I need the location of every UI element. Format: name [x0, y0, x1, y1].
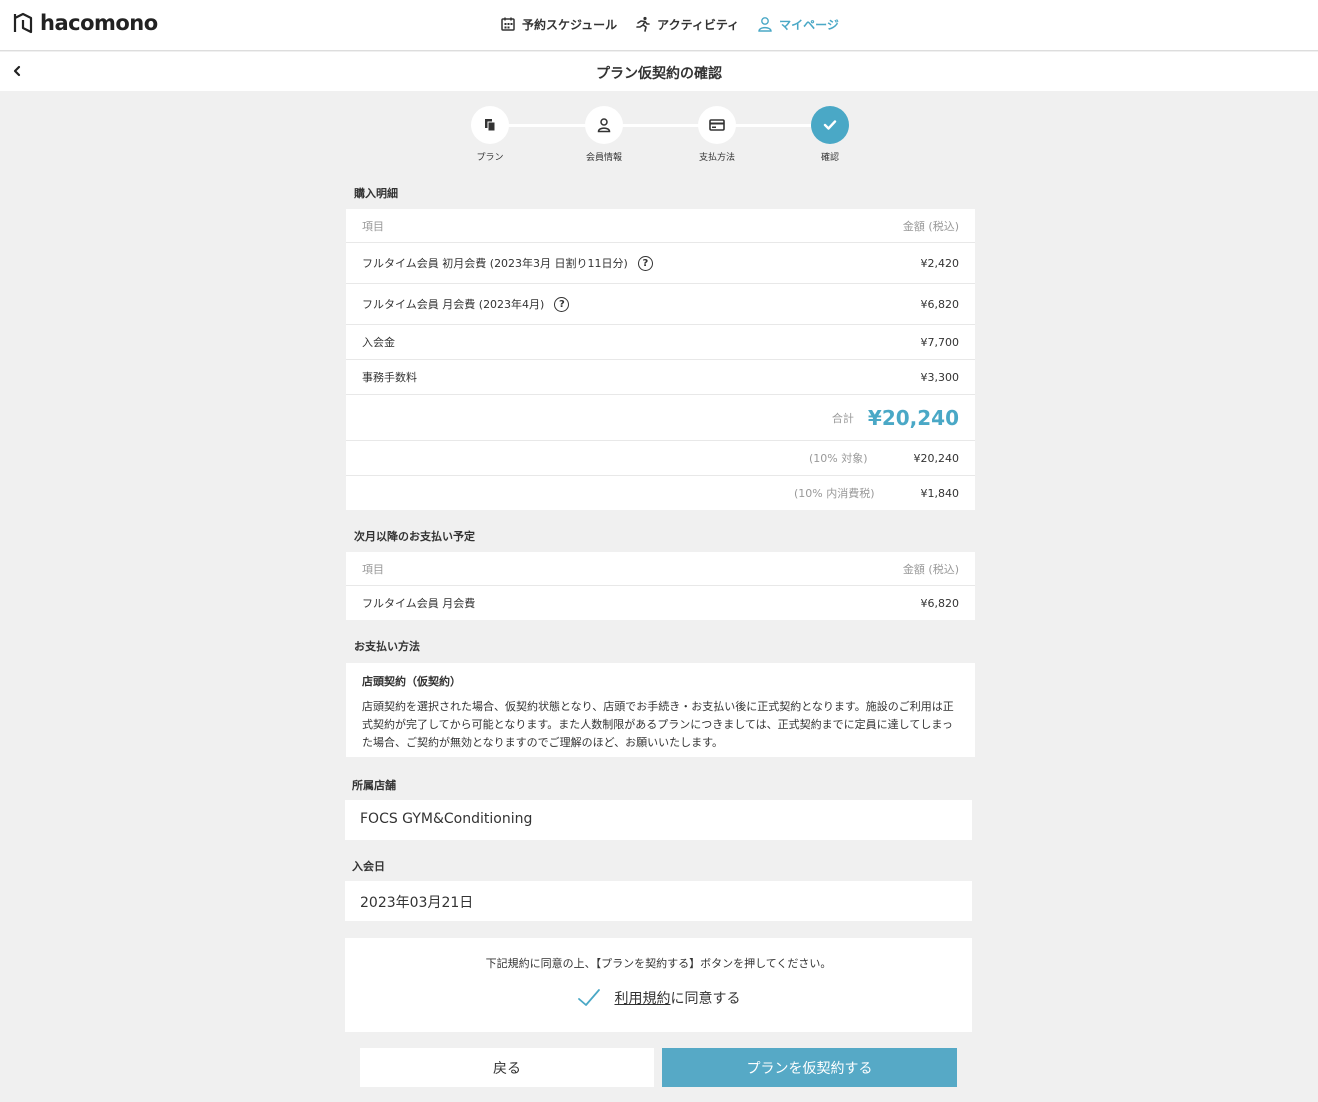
item-label: フルタイム会員 初月会費 (2023年3月 日割り11日分)	[362, 257, 628, 270]
logo-mark-icon	[13, 12, 33, 34]
page-title: プラン仮契約の確認	[596, 66, 722, 82]
item-label: フルタイム会員 月会費	[362, 597, 476, 610]
document-icon	[485, 119, 496, 132]
payment-method-section-title: お支払い方法	[354, 640, 420, 653]
page-header: プラン仮契約の確認	[0, 52, 1318, 91]
step-plan: プラン	[460, 106, 520, 163]
back-button[interactable]: 戻る	[360, 1048, 654, 1087]
item-label: 事務手数料	[362, 371, 417, 384]
step-confirm: 確認	[800, 106, 860, 163]
tax-row: (10% 対象) ¥20,240	[346, 441, 975, 476]
nav-item-label: 予約スケジュール	[522, 17, 618, 32]
step-member-info: 会員情報	[574, 106, 634, 163]
tax-amount: ¥20,240	[913, 451, 960, 465]
card-icon	[709, 119, 725, 131]
user-icon	[758, 17, 772, 32]
nav-item-mypage[interactable]: マイページ	[757, 14, 839, 34]
purchase-section-title: 購入明細	[354, 187, 398, 200]
header-amount: 金額 (税込)	[902, 219, 959, 233]
item-amount: ¥3,300	[920, 370, 960, 384]
step-label: プラン	[476, 153, 504, 163]
run-icon	[636, 16, 650, 32]
check-icon	[823, 120, 837, 130]
nav-item-label: アクティビティ	[657, 17, 740, 32]
checkmark-icon[interactable]	[577, 988, 601, 1008]
nav-item-activity[interactable]: アクティビティ	[635, 14, 739, 34]
step-circle	[471, 106, 509, 144]
help-icon[interactable]: ?	[554, 296, 570, 312]
purchase-table: 項目 金額 (税込) フルタイム会員 初月会費 (2023年3月 日割り11日分…	[346, 209, 975, 510]
header-amount: 金額 (税込)	[902, 562, 959, 576]
logo-text: hacomono	[40, 11, 158, 35]
table-header-row: 項目 金額 (税込)	[346, 209, 975, 243]
next-payment-section-title: 次月以降のお支払い予定	[354, 530, 475, 543]
top-navigation-bar: hacomono 予約スケジュール アクティビティ マイページ	[0, 0, 1318, 51]
step-label: 確認	[820, 153, 839, 163]
item-amount: ¥7,700	[920, 335, 960, 349]
step-circle-done	[811, 106, 849, 144]
store-value: FOCS GYM&Conditioning	[345, 800, 972, 840]
payment-method-box: 店頭契約（仮契約） 店頭契約を選択された場合、仮契約状態となり、店頭でお手続き・…	[346, 663, 975, 757]
step-circle	[585, 106, 623, 144]
progress-stepper: プラン 会員情報 支払方法 確認	[466, 106, 856, 166]
item-amount: ¥6,820	[920, 297, 960, 311]
step-label: 支払方法	[698, 153, 735, 163]
item-amount: ¥2,420	[920, 256, 960, 270]
step-circle	[698, 106, 736, 144]
main-nav: 予約スケジュール アクティビティ マイページ	[500, 14, 839, 34]
user-icon	[597, 118, 611, 133]
table-row: フルタイム会員 初月会費 (2023年3月 日割り11日分) ? ¥2,420	[346, 243, 975, 284]
nav-item-schedule[interactable]: 予約スケジュール	[500, 14, 617, 34]
tax-label: (10% 内消費税)	[793, 487, 875, 500]
total-label: 合計	[831, 411, 854, 425]
tax-row: (10% 内消費税) ¥1,840	[346, 476, 975, 510]
agreement-checkbox-row[interactable]: 利用規約に同意する	[345, 988, 972, 1008]
header-item: 項目	[362, 219, 384, 233]
item-label: 入会金	[362, 336, 395, 349]
payment-method-description: 店頭契約を選択された場合、仮契約状態となり、店頭でお手続き・お支払い後に正式契約…	[362, 700, 954, 749]
submit-plan-button[interactable]: プランを仮契約する	[662, 1048, 957, 1087]
table-row: フルタイム会員 月会費 (2023年4月) ? ¥6,820	[346, 284, 975, 325]
item-amount: ¥6,820	[920, 596, 960, 610]
agreement-box: 下記規約に同意の上、【プランを契約する】ボタンを押してください。 利用規約に同意…	[345, 938, 972, 1032]
join-date-label: 入会日	[352, 860, 385, 873]
help-icon[interactable]: ?	[637, 255, 653, 271]
total-amount: ¥20,240	[867, 405, 959, 430]
terms-link[interactable]: 利用規約	[615, 991, 671, 1007]
join-date-value: 2023年03月21日	[345, 881, 972, 921]
next-payment-table: 項目 金額 (税込) フルタイム会員 月会費 ¥6,820	[346, 552, 975, 620]
nav-item-label: マイページ	[779, 17, 839, 32]
stepper-line	[490, 124, 830, 127]
tax-amount: ¥1,840	[920, 486, 960, 500]
payment-method-name: 店頭契約（仮契約）	[362, 675, 461, 688]
calendar-icon	[501, 17, 515, 31]
step-payment-method: 支払方法	[687, 106, 747, 163]
agreement-note: 下記規約に同意の上、【プランを契約する】ボタンを押してください。	[485, 957, 832, 970]
header-item: 項目	[362, 562, 384, 576]
hacomono-logo[interactable]: hacomono	[12, 11, 158, 35]
item-label: フルタイム会員 月会費 (2023年4月)	[362, 298, 545, 311]
table-row: 事務手数料 ¥3,300	[346, 360, 975, 395]
terms-suffix: に同意する	[670, 991, 741, 1007]
total-row: 合計 ¥20,240	[346, 395, 975, 441]
table-row: 入会金 ¥7,700	[346, 325, 975, 360]
step-label: 会員情報	[585, 153, 622, 163]
tax-label: (10% 対象)	[808, 452, 868, 465]
store-label: 所属店舗	[352, 779, 396, 792]
table-row: フルタイム会員 月会費 ¥6,820	[346, 586, 975, 620]
table-header-row: 項目 金額 (税込)	[346, 552, 975, 586]
